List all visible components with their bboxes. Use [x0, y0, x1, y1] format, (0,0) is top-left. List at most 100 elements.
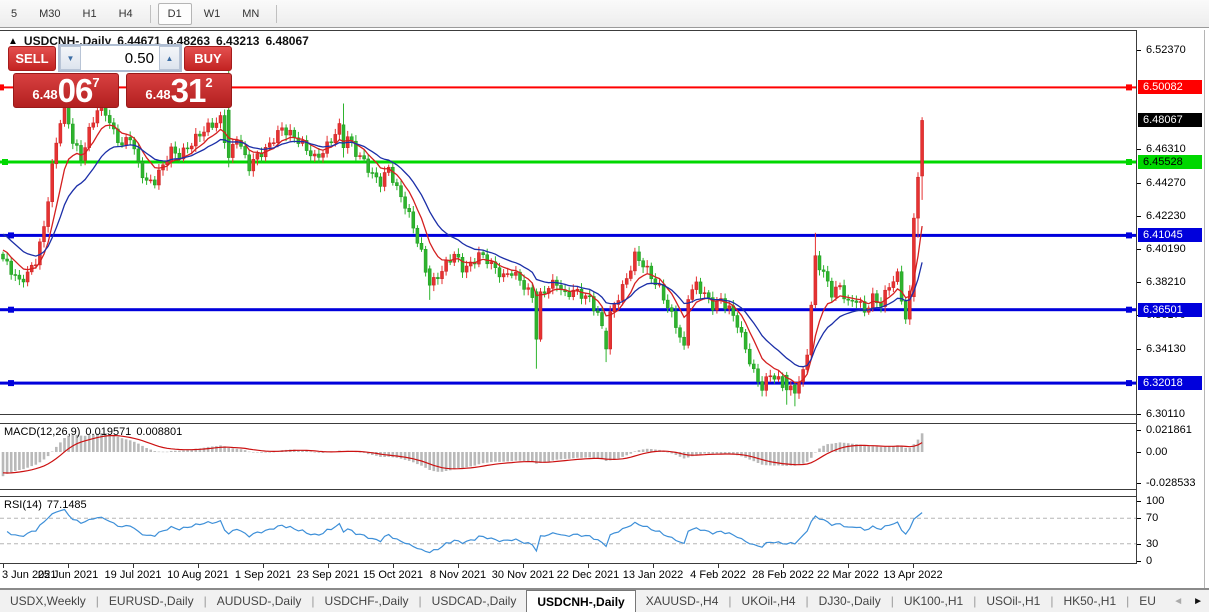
timeframe-button-5[interactable]: 5 [1, 3, 27, 25]
price-tick-label: 6.30110 [1146, 408, 1185, 420]
chart-tab-eurusd-daily[interactable]: EURUSD-,Daily [99, 590, 204, 612]
timeframe-button-m30[interactable]: M30 [29, 3, 70, 25]
macd-axis-label-tick [1137, 452, 1141, 453]
hline-6.32018[interactable] [0, 382, 1136, 385]
price-tick-label: 6.38210 [1146, 276, 1186, 288]
hline-handle-left[interactable] [8, 380, 14, 386]
chart-tab-dj30-daily[interactable]: DJ30-,Daily [809, 590, 891, 612]
date-label: 10 Aug 2021 [167, 569, 229, 581]
one-click-trading-panel: SELL ▼ ▲ BUY 6.48 06 7 6.48 31 2 [8, 44, 232, 108]
price-tick-label-tick [1137, 349, 1141, 350]
price-tick-label: 6.46310 [1146, 143, 1186, 155]
hline-6.41045[interactable] [0, 234, 1136, 237]
date-tick [783, 564, 784, 568]
date-tick [133, 564, 134, 568]
date-label: 28 Feb 2022 [752, 569, 814, 581]
hline-handle-right[interactable] [1126, 380, 1132, 386]
buy-price-main: 31 [171, 76, 206, 106]
volume-increase-button[interactable]: ▲ [159, 46, 180, 70]
volume-decrease-button[interactable]: ▼ [60, 46, 81, 70]
timeframe-button-d1[interactable]: D1 [158, 3, 192, 25]
chart-tab-usdcnh-daily[interactable]: USDCNH-,Daily [526, 590, 635, 612]
hline-handle-left[interactable] [2, 159, 8, 165]
hline-6.36501[interactable] [0, 308, 1136, 311]
price-tick-label-tick [1137, 183, 1141, 184]
rsi-axis-label-tick [1137, 544, 1141, 545]
macd-axis-label-tick [1137, 430, 1141, 431]
price-tick-label: 6.34130 [1146, 343, 1186, 355]
chart-tab-usdx-weekly[interactable]: USDX,Weekly [0, 590, 96, 612]
date-label: 30 Nov 2021 [492, 569, 554, 581]
date-label: 22 Mar 2022 [817, 569, 879, 581]
volume-control: ▼ ▲ [58, 44, 182, 72]
timeframe-button-h4[interactable]: H4 [109, 3, 143, 25]
timeframe-button-h1[interactable]: H1 [73, 3, 107, 25]
timeframe-button-w1[interactable]: W1 [194, 3, 231, 25]
chart-tab-xauusd-h4[interactable]: XAUUSD-,H4 [636, 590, 729, 612]
price-tick-label: 6.40190 [1146, 243, 1186, 255]
hline-handle-right[interactable] [1126, 159, 1132, 165]
main-chart-bottom-border [0, 414, 1136, 415]
hline-price-badge: 6.36501 [1138, 303, 1202, 317]
hline-price-badge: 6.41045 [1138, 228, 1202, 242]
date-label: 13 Jan 2022 [623, 569, 684, 581]
rsi-axis-label: 30 [1146, 538, 1158, 550]
hline-handle-right[interactable] [1126, 307, 1132, 313]
price-tick-label-tick [1137, 50, 1141, 51]
buy-button[interactable]: BUY [184, 46, 232, 71]
chart-tab-ukoil-h4[interactable]: UKOil-,H4 [732, 590, 806, 612]
date-tick [588, 564, 589, 568]
date-tick [913, 564, 914, 568]
sell-price-button[interactable]: 6.48 06 7 [13, 73, 119, 108]
price-tick-label: 6.44270 [1146, 177, 1186, 189]
hline-handle-left[interactable] [8, 232, 14, 238]
sell-price-pip: 7 [92, 76, 99, 89]
buy-price-button[interactable]: 6.48 31 2 [126, 73, 232, 108]
hline-handle-right[interactable] [1126, 232, 1132, 238]
volume-input[interactable] [81, 46, 159, 70]
rsi-axis-label: 100 [1146, 495, 1164, 507]
hline-handle-right[interactable] [1126, 84, 1132, 90]
window-right-border [1204, 30, 1205, 588]
timeframe-toolbar: 5M30H1H4 D1W1MN [0, 0, 1209, 28]
price-tick-label-tick [1137, 149, 1141, 150]
tab-scroll-right-icon[interactable]: ► [1193, 596, 1203, 607]
price-tick-label: 6.42230 [1146, 210, 1186, 222]
hline-handle-left[interactable] [8, 307, 14, 313]
date-label: 1 Sep 2021 [235, 569, 291, 581]
current-price-badge: 6.48067 [1138, 113, 1202, 127]
rsi-plot[interactable] [0, 497, 1136, 563]
hline-price-badge: 6.50082 [1138, 80, 1202, 94]
sell-price-main: 06 [58, 76, 93, 106]
hline-handle-left[interactable] [0, 84, 4, 90]
chart-tab-eu[interactable]: EU [1129, 590, 1166, 612]
date-tick [718, 564, 719, 568]
chart-tab-audusd-daily[interactable]: AUDUSD-,Daily [207, 590, 312, 612]
date-tick [458, 564, 459, 568]
date-label: 8 Nov 2021 [430, 569, 486, 581]
timeframe-button-mn[interactable]: MN [232, 3, 269, 25]
date-label: 19 Jul 2021 [105, 569, 162, 581]
date-tick [3, 564, 4, 568]
chart-tab-uk100-h1[interactable]: UK100-,H1 [894, 590, 973, 612]
tab-scroll-left-icon[interactable]: ◄ [1173, 596, 1183, 607]
price-tick-label-tick [1137, 249, 1141, 250]
sell-button[interactable]: SELL [8, 46, 56, 71]
price-axis: 6.523706.463106.442706.422306.401906.382… [1137, 30, 1203, 586]
mt4-window: 5M30H1H4D1W1MN ▲ USDCNH-,Daily 6.44671 6… [0, 0, 1209, 612]
chart-tab-hk50-h1[interactable]: HK50-,H1 [1053, 590, 1126, 612]
hline-price-badge: 6.32018 [1138, 376, 1202, 390]
chart-tab-usoil-h1[interactable]: USOil-,H1 [976, 590, 1050, 612]
date-tick [523, 564, 524, 568]
date-label: 4 Feb 2022 [690, 569, 746, 581]
hline-price-badge: 6.45528 [1138, 155, 1202, 169]
rsi-axis-label-tick [1137, 518, 1141, 519]
price-tick-label-tick [1137, 216, 1141, 217]
rsi-axis-label-tick [1137, 501, 1141, 502]
chart-tab-usdchf-daily[interactable]: USDCHF-,Daily [315, 590, 419, 612]
chart-tab-usdcad-daily[interactable]: USDCAD-,Daily [422, 590, 527, 612]
tab-scroll-arrows: ◄► [1173, 590, 1209, 612]
macd-axis-label: 0.00 [1146, 446, 1167, 458]
macd-axis-label-tick [1137, 483, 1141, 484]
rsi-label: RSI(14)77.1485 [4, 499, 92, 511]
